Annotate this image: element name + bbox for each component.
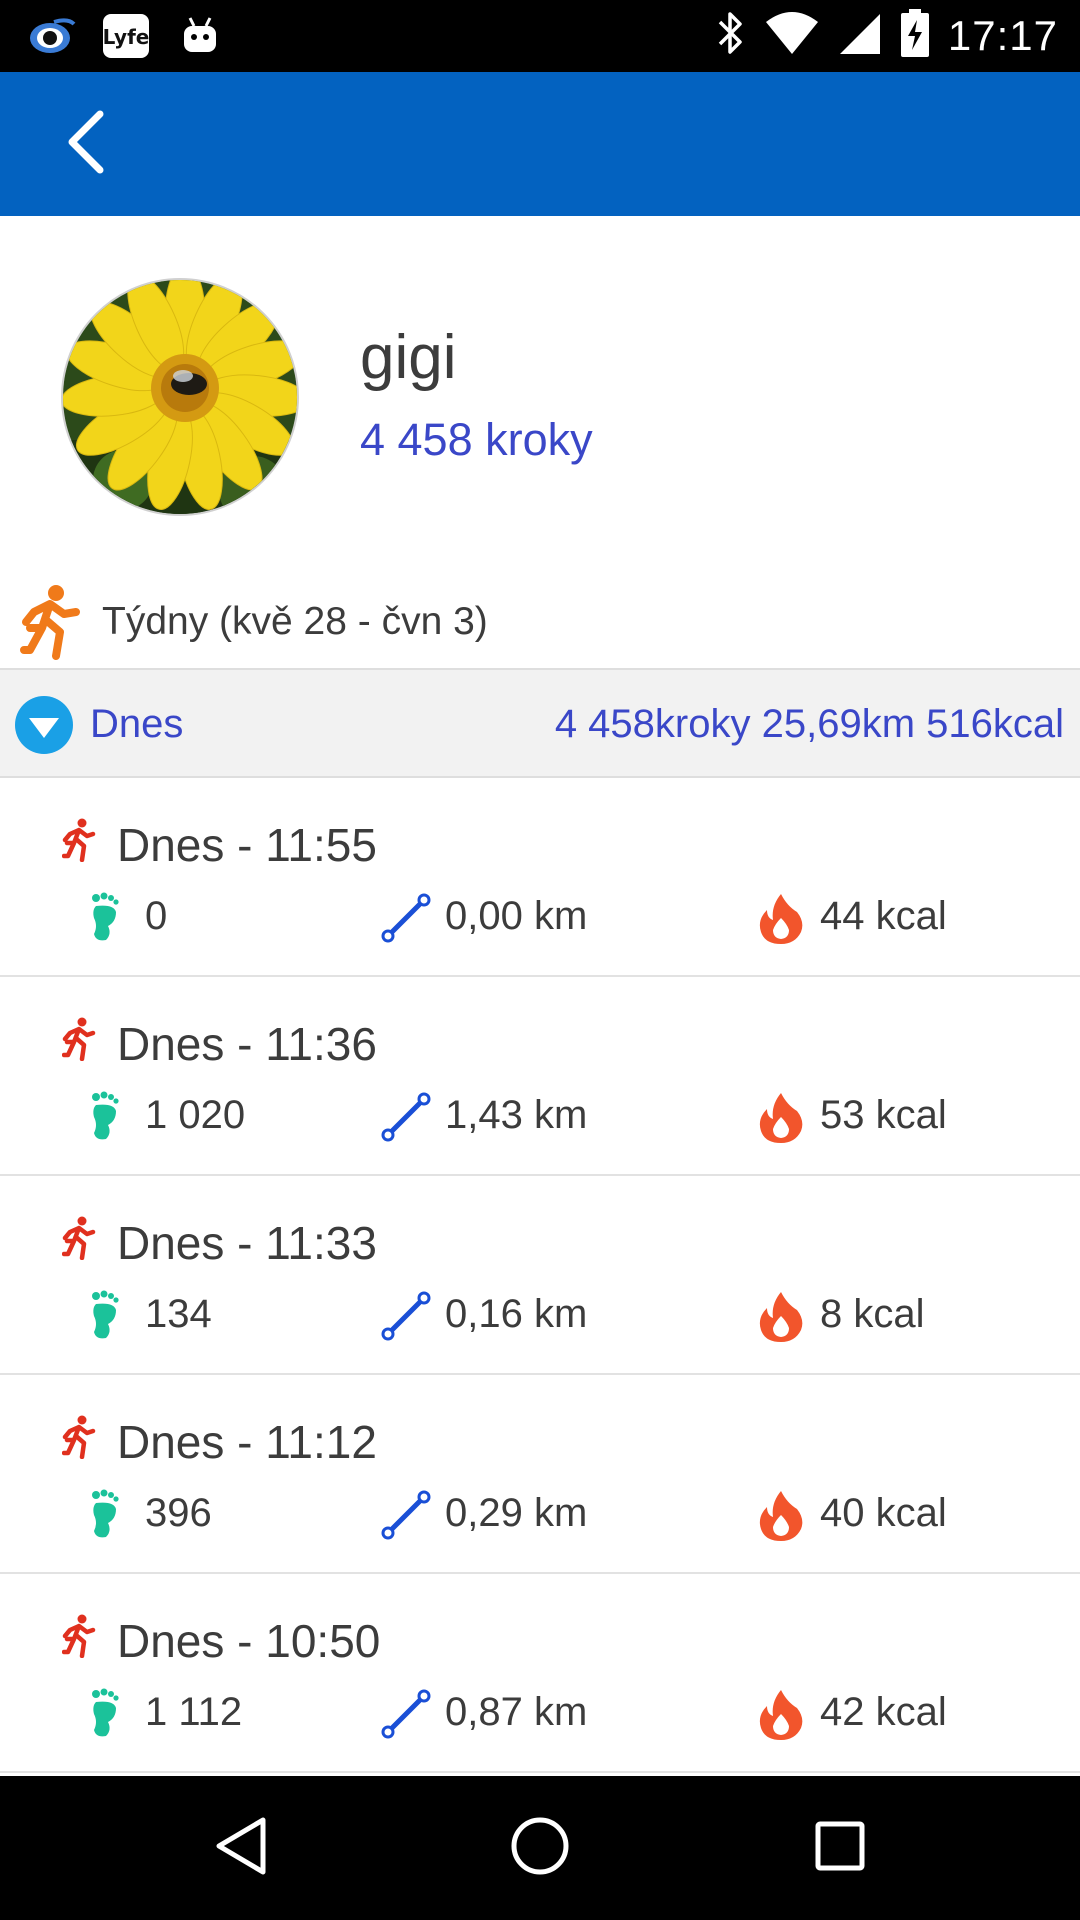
- nav-back-button[interactable]: [205, 1812, 277, 1884]
- navigation-bar: [0, 1776, 1080, 1920]
- battery-charging-icon: [900, 8, 930, 63]
- avatar[interactable]: [61, 278, 299, 516]
- activity-kcal: 42 kcal: [820, 1690, 947, 1734]
- activity-kcal: 44 kcal: [820, 894, 947, 938]
- activity-row[interactable]: Dnes - 10:50 1 112 0,87 km 42 kcal: [0, 1574, 1080, 1773]
- signal-icon: [838, 10, 882, 61]
- activity-title: Dnes - 10:50: [117, 1615, 381, 1667]
- activity-steps: 0: [145, 894, 168, 938]
- svg-text:Lyfe: Lyfe: [103, 25, 150, 49]
- day-summary-header[interactable]: Dnes 4 458kroky 25,69km 516kcal: [0, 668, 1080, 778]
- activity-title: Dnes - 11:55: [117, 819, 377, 871]
- activity-title: Dnes - 11:33: [117, 1217, 377, 1269]
- profile-steps: 4 458 kroky: [360, 414, 593, 465]
- android-robot-icon: [176, 14, 224, 58]
- activity-distance: 0,00 km: [445, 894, 588, 938]
- screen: Lyfe 17:17 gigi 4 458 kroky Týdny (kvě 2…: [0, 0, 1080, 1920]
- nav-recents-icon: [814, 1820, 866, 1877]
- distance-route-icon: [380, 1688, 432, 1740]
- bluetooth-icon: [716, 10, 746, 61]
- flame-icon: [757, 1489, 805, 1541]
- day-totals: 4 458kroky 25,69km 516kcal: [554, 702, 1064, 746]
- footprint-icon: [90, 1290, 120, 1340]
- week-row[interactable]: Týdny (kvě 28 - čvn 3): [0, 580, 1080, 668]
- activity-steps: 1 020: [145, 1093, 246, 1137]
- footprint-icon: [90, 1091, 120, 1141]
- running-person-icon: [61, 818, 96, 863]
- day-label: Dnes: [90, 702, 184, 746]
- system-status: 17:17: [716, 8, 1058, 63]
- week-range-label: Týdny (kvě 28 - čvn 3): [102, 600, 488, 643]
- activity-steps: 134: [145, 1292, 212, 1336]
- activity-kcal: 8 kcal: [820, 1292, 925, 1336]
- distance-route-icon: [380, 1290, 432, 1342]
- eye-app-icon: [28, 14, 76, 58]
- nav-home-button[interactable]: [504, 1812, 576, 1884]
- flower-image: [63, 280, 297, 514]
- running-person-icon: [61, 1017, 96, 1062]
- chevron-left-icon: [64, 110, 108, 179]
- activity-row[interactable]: Dnes - 11:33 134 0,16 km 8 kcal: [0, 1176, 1080, 1375]
- flame-icon: [757, 892, 805, 944]
- expand-down-icon[interactable]: [15, 696, 73, 754]
- running-person-icon: [61, 1216, 96, 1261]
- activity-steps: 396: [145, 1491, 212, 1535]
- activity-distance: 0,29 km: [445, 1491, 588, 1535]
- running-person-icon: [20, 584, 84, 660]
- nav-home-icon: [510, 1816, 570, 1881]
- activity-row[interactable]: Dnes - 11:36 1 020 1,43 km 53 kcal: [0, 977, 1080, 1176]
- activity-list: Dnes - 11:55 0 0,00 km 44 kcal Dnes - 11…: [0, 778, 1080, 1773]
- activity-kcal: 53 kcal: [820, 1093, 947, 1137]
- flame-icon: [757, 1688, 805, 1740]
- wifi-icon: [764, 10, 820, 61]
- status-bar: Lyfe 17:17: [0, 0, 1080, 72]
- activity-title: Dnes - 11:36: [117, 1018, 377, 1070]
- activity-distance: 0,16 km: [445, 1292, 588, 1336]
- distance-route-icon: [380, 1489, 432, 1541]
- notification-icons: Lyfe: [28, 14, 224, 58]
- activity-title: Dnes - 11:12: [117, 1416, 377, 1468]
- footprint-icon: [90, 1489, 120, 1539]
- distance-route-icon: [380, 1091, 432, 1143]
- flame-icon: [757, 1091, 805, 1143]
- running-person-icon: [61, 1415, 96, 1460]
- app-bar: [0, 72, 1080, 216]
- activity-distance: 1,43 km: [445, 1093, 588, 1137]
- nav-back-icon: [213, 1816, 269, 1881]
- profile-name: gigi: [360, 323, 457, 392]
- footprint-icon: [90, 892, 120, 942]
- activity-row[interactable]: Dnes - 11:55 0 0,00 km 44 kcal: [0, 778, 1080, 977]
- footprint-icon: [90, 1688, 120, 1738]
- activity-kcal: 40 kcal: [820, 1491, 947, 1535]
- back-button[interactable]: [50, 108, 122, 180]
- activity-steps: 1 112: [145, 1690, 243, 1734]
- status-time: 17:17: [947, 11, 1058, 59]
- running-person-icon: [61, 1614, 96, 1659]
- activity-distance: 0,87 km: [445, 1690, 588, 1734]
- activity-row[interactable]: Dnes - 11:12 396 0,29 km 40 kcal: [0, 1375, 1080, 1574]
- flame-icon: [757, 1290, 805, 1342]
- lyfe-app-icon: Lyfe: [102, 14, 150, 58]
- nav-recents-button[interactable]: [804, 1812, 876, 1884]
- distance-route-icon: [380, 892, 432, 944]
